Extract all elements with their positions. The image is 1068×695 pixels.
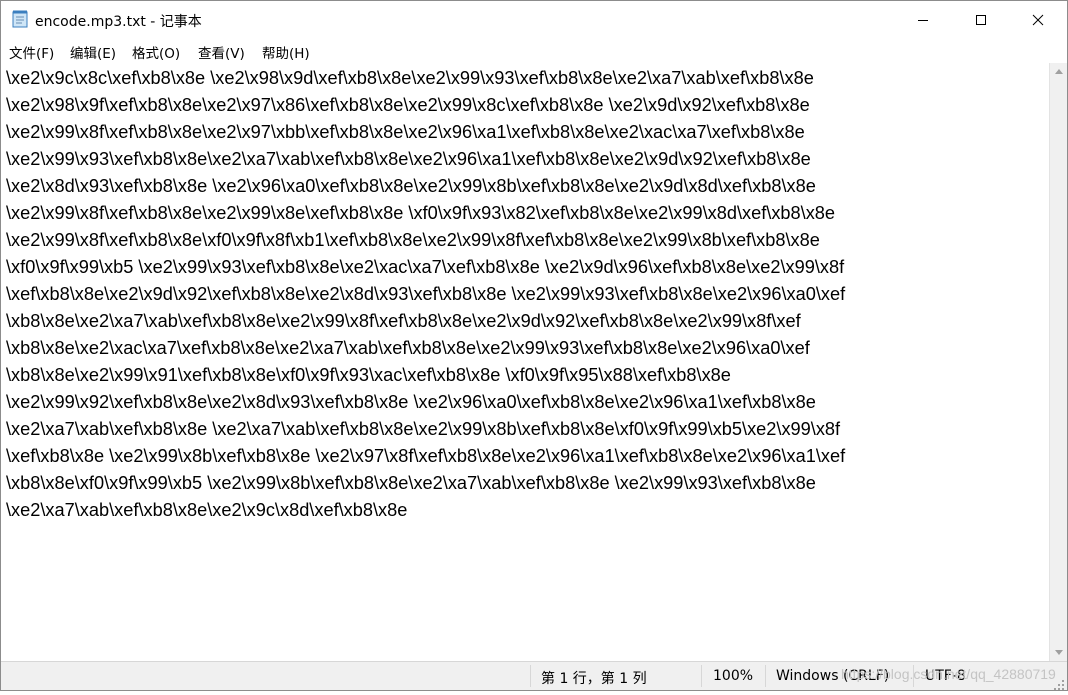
editor-content[interactable]: \xe2\x9c\x8c\xef\xb8\x8e \xe2\x98\x9d\xe… <box>6 65 1046 524</box>
text-editor[interactable]: \xe2\x9c\x8c\xef\xb8\x8e \xe2\x98\x9d\xe… <box>1 63 1049 661</box>
menu-edit[interactable]: 编辑(E) <box>70 42 116 62</box>
cursor-position: 第 1 行，第 1 列 <box>541 671 647 687</box>
status-bar: 第 1 行，第 1 列 100% Windows (CRLF) UTF-8 ht… <box>1 661 1067 690</box>
notepad-icon <box>12 10 28 28</box>
maximize-button[interactable] <box>952 1 1010 39</box>
window-title: encode.mp3.txt - 记事本 <box>35 14 202 30</box>
resize-grip-icon[interactable] <box>1053 676 1065 690</box>
close-button[interactable] <box>1009 1 1067 39</box>
status-divider <box>765 665 766 687</box>
status-divider <box>530 665 531 687</box>
notepad-window: encode.mp3.txt - 记事本 文件(F) 编辑(E) 格式(O) 查… <box>0 0 1068 691</box>
menu-format[interactable]: 格式(O) <box>132 42 180 62</box>
menu-help[interactable]: 帮助(H) <box>262 42 310 62</box>
minimize-button[interactable] <box>894 1 952 39</box>
title-bar[interactable]: encode.mp3.txt - 记事本 <box>1 1 1067 39</box>
scroll-down-arrow-icon[interactable] <box>1055 650 1063 655</box>
status-divider <box>701 665 702 687</box>
scroll-up-arrow-icon[interactable] <box>1055 69 1063 74</box>
close-icon <box>1032 14 1044 26</box>
menu-bar: 文件(F) 编辑(E) 格式(O) 查看(V) 帮助(H) <box>1 39 1067 63</box>
zoom-level: 100% <box>713 668 754 684</box>
menu-file[interactable]: 文件(F) <box>9 42 54 62</box>
watermark: https://blog.csdn.net/qq_42880719 <box>841 666 1056 682</box>
vertical-scrollbar[interactable] <box>1049 63 1067 661</box>
menu-view[interactable]: 查看(V) <box>198 42 245 62</box>
minimize-icon <box>917 14 929 26</box>
maximize-icon <box>975 14 987 26</box>
